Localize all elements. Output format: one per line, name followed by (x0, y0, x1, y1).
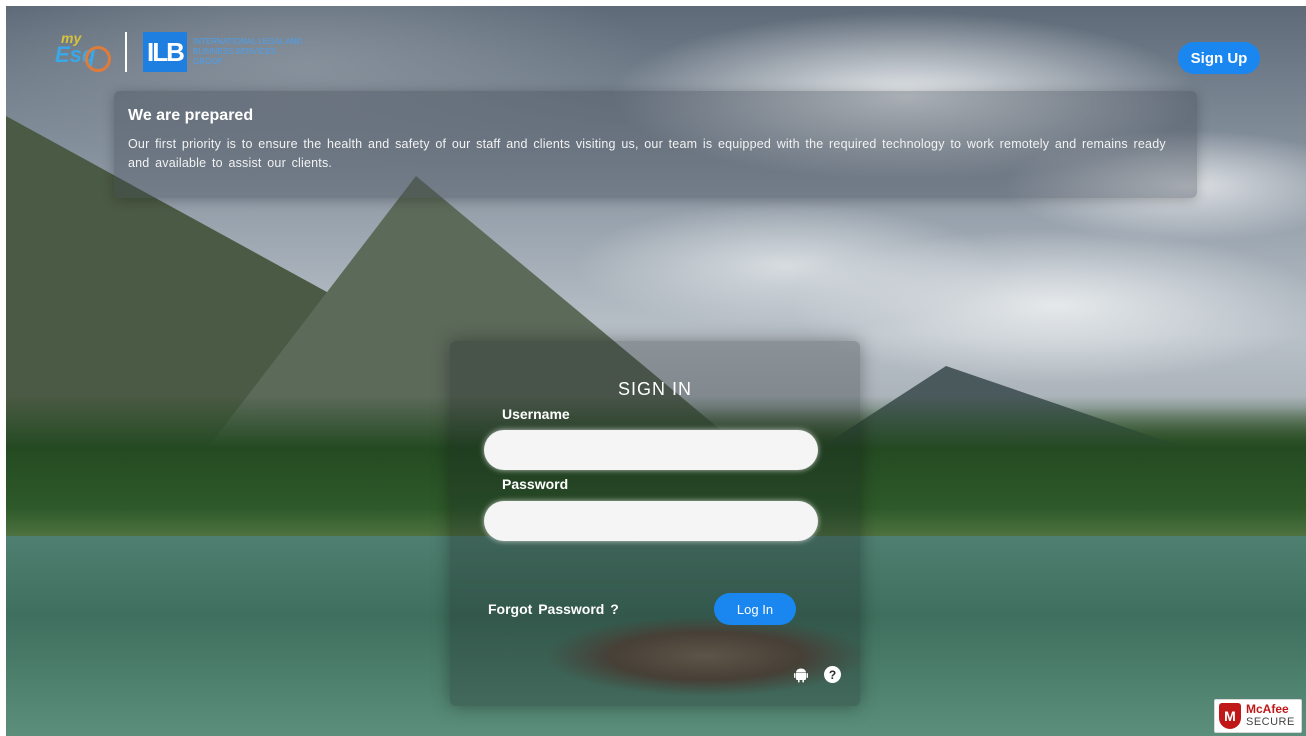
ilb-logo: ILB INTERNATIONAL LEGAL AND BUSINESS SER… (143, 32, 303, 72)
mcafee-secure-badge[interactable]: M McAfee SECURE (1214, 699, 1302, 733)
notice-title: We are prepared (128, 107, 254, 124)
mcafee-brand: McAfee (1246, 702, 1289, 716)
sign-in-panel: SIGN IN Username Password Forgot Passwor… (450, 341, 860, 706)
sign-in-title: SIGN IN (617, 379, 692, 399)
username-input[interactable] (484, 430, 818, 470)
android-icon[interactable] (793, 667, 809, 683)
forgot-password-link[interactable]: Forgot Password ? (488, 601, 619, 617)
sign-up-button[interactable]: Sign Up (1178, 42, 1260, 74)
myesq-logo: my Esq (55, 30, 117, 74)
logo-ring (85, 46, 111, 72)
notice-text: Our first priority is to ensure the heal… (128, 137, 1166, 170)
logo-divider (125, 32, 127, 72)
app-logo[interactable]: my Esq ILB INTERNATIONAL LEGAL AND BUSIN… (55, 30, 303, 74)
ilb-name: INTERNATIONAL LEGAL AND BUSINESS SERVICE… (193, 37, 303, 66)
help-icon[interactable]: ? (824, 666, 841, 683)
password-input[interactable] (484, 501, 818, 541)
log-in-button[interactable]: Log In (714, 593, 796, 625)
ilb-mark: ILB (143, 32, 187, 72)
username-label: Username (502, 406, 570, 422)
mcafee-shield-icon: M (1219, 703, 1241, 729)
password-label: Password (502, 476, 569, 492)
mcafee-secure-text: SECURE (1246, 716, 1295, 728)
notice-panel: We are prepared Our first priority is to… (114, 91, 1197, 198)
